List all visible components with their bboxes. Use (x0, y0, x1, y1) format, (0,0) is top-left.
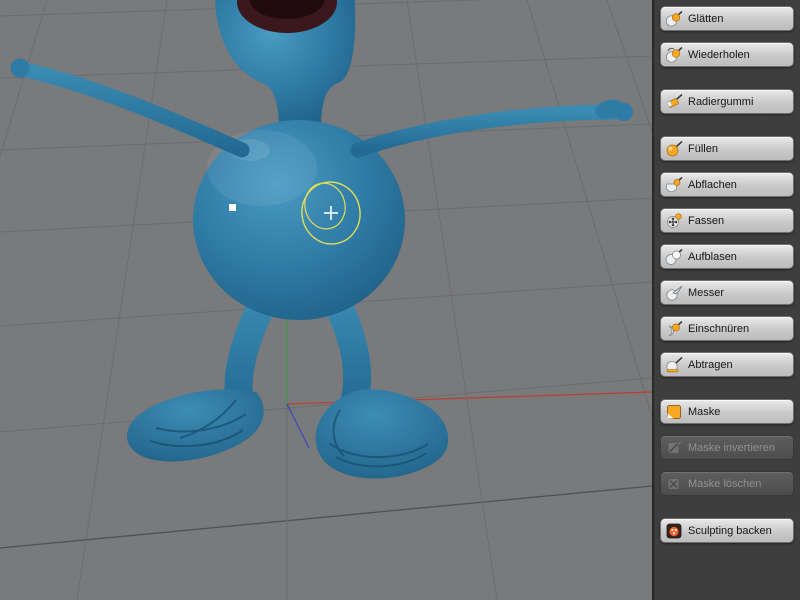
tool-group-brushes: Füllen Abflachen Fassen Aufblasen Messer… (654, 136, 800, 377)
tool-button-maske-loeschen: Maske löschen (660, 471, 794, 496)
tool-button-label: Abtragen (688, 358, 733, 371)
inflate-brush-icon (665, 248, 683, 266)
pinch-brush-icon (665, 320, 683, 338)
mask-icon (665, 403, 683, 421)
tool-button-radiergummi[interactable]: Radiergummi (660, 89, 794, 114)
sculpting-app-window: Glätten Wiederholen Radiergummi Füllen A… (0, 0, 800, 600)
tool-button-label: Füllen (688, 142, 718, 155)
mask-delete-icon (665, 475, 683, 493)
tool-button-label: Einschnüren (688, 322, 750, 335)
tool-button-fassen[interactable]: Fassen (660, 208, 794, 233)
viewport-panel[interactable] (0, 0, 652, 600)
tool-button-abtragen[interactable]: Abtragen (660, 352, 794, 377)
viewport-canvas[interactable] (0, 0, 652, 600)
tool-button-label: Aufblasen (688, 250, 737, 263)
tool-button-label: Abflachen (688, 178, 737, 191)
repeat-brush-icon (665, 46, 683, 64)
character-left-hand (10, 58, 30, 78)
tool-button-einschnueren[interactable]: Einschnüren (660, 316, 794, 341)
erase-brush-icon (665, 93, 683, 111)
tool-button-sculpting-backen[interactable]: Sculpting backen (660, 518, 794, 543)
tool-button-glaetten[interactable]: Glätten (660, 6, 794, 31)
character-right-hand-tip (615, 103, 633, 121)
tool-button-label: Maske löschen (688, 477, 762, 490)
grab-brush-icon (665, 212, 683, 230)
tool-button-messer[interactable]: Messer (660, 280, 794, 305)
tool-button-aufblasen[interactable]: Aufblasen (660, 244, 794, 269)
tool-button-label: Messer (688, 286, 725, 299)
scrape-brush-icon (665, 356, 683, 374)
tool-button-fuellen[interactable]: Füllen (660, 136, 794, 161)
tool-group-smooth: Glätten Wiederholen (654, 6, 800, 67)
flatten-brush-icon (665, 176, 683, 194)
tool-button-label: Radiergummi (688, 95, 754, 108)
smooth-brush-icon (665, 10, 683, 28)
tool-group-erase: Radiergummi (654, 89, 800, 114)
tool-button-label: Wiederholen (688, 48, 750, 61)
tool-button-label: Sculpting backen (688, 524, 772, 537)
sculpting-tools-panel: Glätten Wiederholen Radiergummi Füllen A… (652, 0, 800, 600)
tool-group-mask: Maske Maske invertieren Maske löschen (654, 399, 800, 496)
tool-button-maske[interactable]: Maske (660, 399, 794, 424)
tool-button-label: Glätten (688, 12, 724, 25)
vertex-handle[interactable] (229, 204, 236, 211)
knife-brush-icon (665, 284, 683, 302)
tool-button-label: Fassen (688, 214, 725, 227)
tool-button-label: Maske invertieren (688, 441, 775, 454)
tool-button-label: Maske (688, 405, 721, 418)
tool-button-maske-invertieren: Maske invertieren (660, 435, 794, 460)
tool-button-abflachen[interactable]: Abflachen (660, 172, 794, 197)
bake-sculpting-icon (665, 522, 683, 540)
tool-button-wiederholen[interactable]: Wiederholen (660, 42, 794, 67)
tool-group-bake: Sculpting backen (654, 518, 800, 543)
fill-brush-icon (665, 140, 683, 158)
mask-invert-icon (665, 439, 683, 457)
